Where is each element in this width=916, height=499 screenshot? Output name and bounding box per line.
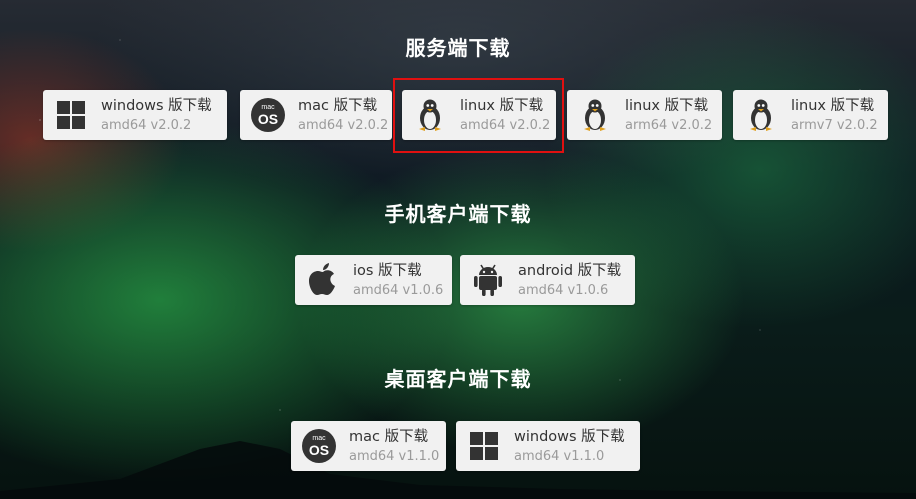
server-linux-arm64-button[interactable]: linux 版下载 arm64 v2.0.2 [567, 90, 722, 140]
server-download-section: 服务端下载 [0, 34, 916, 62]
windows-icon [53, 97, 89, 133]
server-linux-armv7-button[interactable]: linux 版下载 armv7 v2.0.2 [733, 90, 888, 140]
button-version: amd64 v2.0.2 [460, 117, 551, 133]
linux-icon [412, 97, 448, 133]
apple-icon [305, 262, 341, 298]
button-label: windows 版下载 [101, 97, 212, 114]
button-version: arm64 v2.0.2 [625, 117, 713, 133]
button-version: amd64 v2.0.2 [101, 117, 192, 133]
button-version: armv7 v2.0.2 [791, 117, 878, 133]
button-label: mac 版下载 [349, 428, 429, 445]
server-windows-amd64-button[interactable]: windows 版下载 amd64 v2.0.2 [43, 90, 227, 140]
linux-icon [577, 97, 613, 133]
macos-icon: mac OS [250, 97, 286, 133]
section-title-desktop: 桌面客户端下载 [384, 367, 532, 391]
button-version: amd64 v1.0.6 [518, 282, 609, 298]
button-version: amd64 v1.0.6 [353, 282, 444, 298]
button-version: amd64 v1.1.0 [349, 448, 440, 464]
desktop-mac-button[interactable]: mac OS mac 版下载 amd64 v1.1.0 [291, 421, 446, 471]
button-label: windows 版下载 [514, 428, 625, 445]
android-icon [470, 262, 506, 298]
mobile-download-section: 手机客户端下载 [0, 200, 916, 228]
macos-icon: mac OS [301, 428, 337, 464]
button-version: amd64 v2.0.2 [298, 117, 389, 133]
server-linux-amd64-button[interactable]: linux 版下载 amd64 v2.0.2 [402, 90, 556, 140]
desktop-download-buttons: mac OS mac 版下载 amd64 v1.1.0 windows 版下载 … [0, 421, 916, 471]
server-download-buttons: windows 版下载 amd64 v2.0.2 mac OS mac 版下载 … [0, 90, 916, 140]
mobile-download-buttons: ios 版下载 amd64 v1.0.6 android 版下载 amd64 v… [0, 255, 916, 305]
desktop-windows-button[interactable]: windows 版下载 amd64 v1.1.0 [456, 421, 640, 471]
server-mac-amd64-button[interactable]: mac OS mac 版下载 amd64 v2.0.2 [240, 90, 392, 140]
button-label: linux 版下载 [791, 97, 875, 114]
button-label: ios 版下载 [353, 262, 422, 279]
button-label: mac 版下载 [298, 97, 378, 114]
linux-icon [743, 97, 779, 133]
section-title-server: 服务端下载 [405, 36, 511, 60]
mobile-ios-button[interactable]: ios 版下载 amd64 v1.0.6 [295, 255, 452, 305]
windows-icon [466, 428, 502, 464]
section-title-mobile: 手机客户端下载 [384, 202, 532, 226]
button-label: android 版下载 [518, 262, 622, 279]
macos-badge-big-text: OS [257, 111, 279, 127]
button-label: linux 版下载 [625, 97, 709, 114]
button-version: amd64 v1.1.0 [514, 448, 605, 464]
macos-badge-big-text: OS [308, 442, 330, 458]
desktop-download-section: 桌面客户端下载 [0, 365, 916, 393]
mobile-android-button[interactable]: android 版下载 amd64 v1.0.6 [460, 255, 635, 305]
button-label: linux 版下载 [460, 97, 544, 114]
